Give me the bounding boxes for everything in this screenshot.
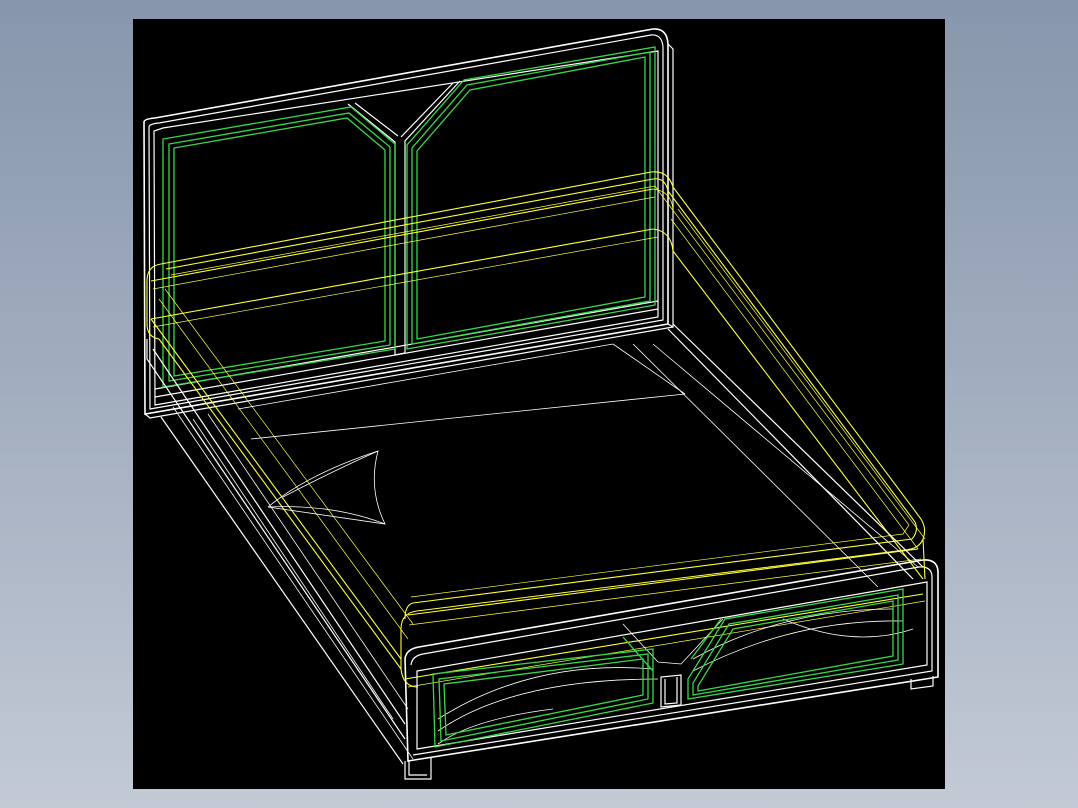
- bed-wireframe-drawing: [143, 28, 939, 780]
- footboard-left-panel: [432, 636, 654, 748]
- headboard-left-panel: [162, 106, 396, 388]
- cad-viewport[interactable]: [133, 19, 945, 789]
- footboard: [404, 559, 939, 780]
- headboard: [143, 28, 674, 419]
- mattress: [146, 171, 926, 688]
- sheet-fold: [267, 450, 386, 525]
